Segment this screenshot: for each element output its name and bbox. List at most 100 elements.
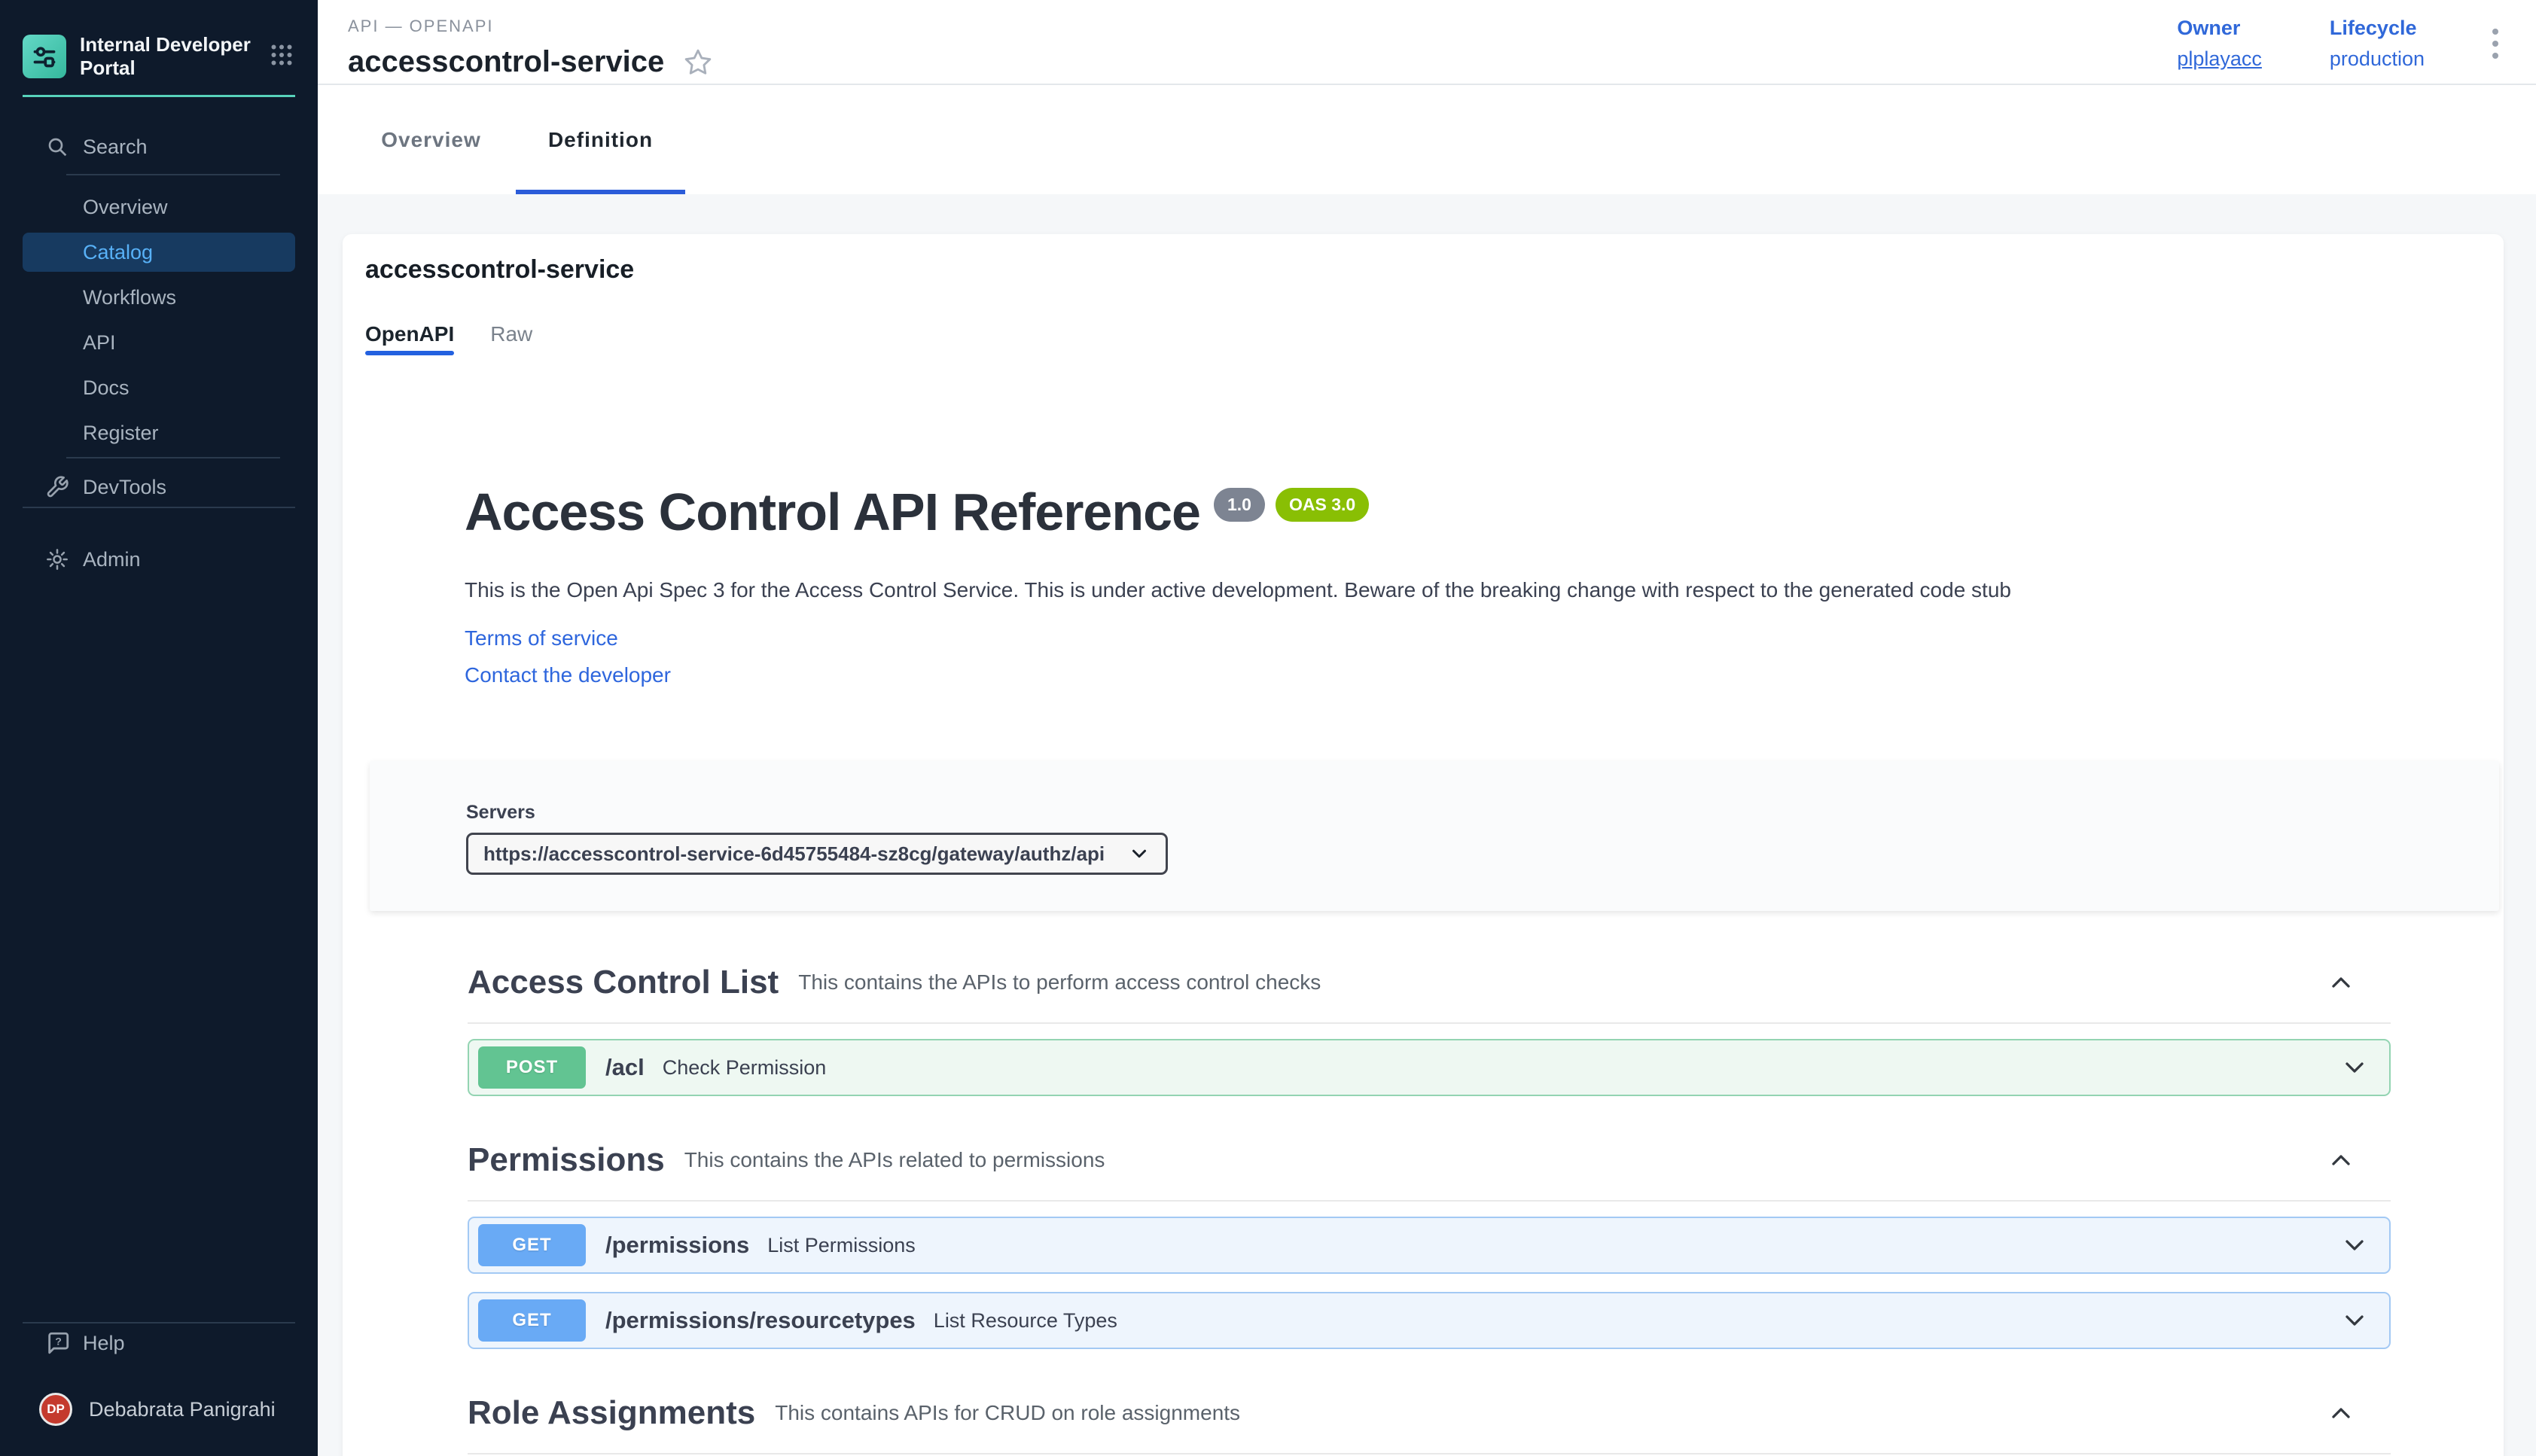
operation-path: /permissions/resourcetypes xyxy=(605,1307,916,1334)
sidebar-item-overview[interactable]: Overview xyxy=(23,187,295,227)
search-icon xyxy=(45,135,71,159)
sidebar-item-label: DevTools xyxy=(83,476,166,499)
contact-developer-link[interactable]: Contact the developer xyxy=(465,663,2504,687)
operation-get-permissions[interactable]: GET /permissions List Permissions xyxy=(468,1217,2391,1274)
sidebar-item-help[interactable]: ? Help xyxy=(23,1323,295,1363)
api-sections: Access Control List This contains the AP… xyxy=(468,964,2391,1456)
lifecycle-value: production xyxy=(2330,47,2425,71)
page-header: API — OPENAPI accesscontrol-service Owne… xyxy=(318,0,2536,85)
owner-label: Owner xyxy=(2177,17,2262,40)
sidebar-item-label: Overview xyxy=(83,196,168,219)
page-title: accesscontrol-service xyxy=(348,45,664,79)
more-options-kebab-icon[interactable] xyxy=(2492,29,2498,59)
api-info: Access Control API Reference 1.0 OAS 3.0… xyxy=(465,482,2504,687)
help-chat-icon: ? xyxy=(45,1330,71,1356)
favorite-star-icon[interactable] xyxy=(684,48,712,77)
section-header[interactable]: Role Assignments This contains APIs for … xyxy=(468,1394,2391,1454)
expand-chevron-down-icon[interactable] xyxy=(2339,1230,2370,1260)
operation-post-acl[interactable]: POST /acl Check Permission xyxy=(468,1039,2391,1096)
sidebar-item-label: Help xyxy=(83,1332,125,1355)
tab-overview[interactable]: Overview xyxy=(346,85,516,194)
collapse-chevron-up-icon[interactable] xyxy=(2326,1398,2356,1428)
sidebar-spacer xyxy=(0,579,318,1322)
gear-icon xyxy=(45,547,71,571)
sidebar-item-api[interactable]: API xyxy=(23,323,295,362)
sidebar-item-register[interactable]: Register xyxy=(23,413,295,452)
section-description: This contains APIs for CRUD on role assi… xyxy=(775,1401,1240,1425)
sidebar-divider xyxy=(23,507,295,508)
breadcrumb: API — OPENAPI xyxy=(348,17,2177,36)
svg-text:?: ? xyxy=(55,1336,62,1348)
owner-meta: Owner plplayacc xyxy=(2177,17,2262,71)
brand: Internal Developer Portal xyxy=(0,0,318,80)
section-header[interactable]: Permissions This contains the APIs relat… xyxy=(468,1141,2391,1202)
server-select[interactable]: https://accesscontrol-service-6d45755484… xyxy=(466,833,1168,875)
api-title: Access Control API Reference xyxy=(465,482,1200,542)
sidebar-item-catalog[interactable]: Catalog xyxy=(23,233,295,272)
expand-chevron-down-icon[interactable] xyxy=(2339,1305,2370,1336)
avatar: DP xyxy=(39,1393,72,1426)
sidebar-item-admin[interactable]: Admin xyxy=(23,540,295,579)
portal-logo-icon xyxy=(23,35,66,78)
operation-get-permissions-resourcetypes[interactable]: GET /permissions/resourcetypes List Reso… xyxy=(468,1292,2391,1349)
tab-definition[interactable]: Definition xyxy=(516,85,685,194)
main-area: API — OPENAPI accesscontrol-service Owne… xyxy=(318,0,2536,1456)
section-title: Access Control List xyxy=(468,964,779,1001)
page-content: accesscontrol-service OpenAPI Raw Access… xyxy=(318,194,2536,1456)
subtab-openapi[interactable]: OpenAPI xyxy=(365,322,454,355)
subtab-raw[interactable]: Raw xyxy=(490,322,532,355)
section-permissions: Permissions This contains the APIs relat… xyxy=(468,1141,2391,1349)
sidebar-item-workflows[interactable]: Workflows xyxy=(23,278,295,317)
portal-title: Internal Developer Portal xyxy=(80,33,264,80)
user-name: Debabrata Panigrahi xyxy=(89,1398,276,1421)
expand-chevron-down-icon[interactable] xyxy=(2339,1052,2370,1083)
sidebar-item-label: API xyxy=(83,331,116,355)
sidebar: Internal Developer Portal Search xyxy=(0,0,318,1456)
wrench-icon xyxy=(45,475,71,499)
section-description: This contains the APIs related to permis… xyxy=(684,1148,1105,1172)
operation-summary: List Permissions xyxy=(767,1234,916,1257)
chevron-down-icon xyxy=(1128,842,1151,865)
section-description: This contains the APIs to perform access… xyxy=(798,970,1321,995)
sidebar-item-label: Admin xyxy=(83,548,141,571)
sidebar-item-docs[interactable]: Docs xyxy=(23,368,295,407)
collapse-chevron-up-icon[interactable] xyxy=(2326,1145,2356,1175)
sidebar-item-label: Docs xyxy=(83,376,130,400)
section-title: Role Assignments xyxy=(468,1394,755,1432)
terms-of-service-link[interactable]: Terms of service xyxy=(465,626,2504,650)
section-header[interactable]: Access Control List This contains the AP… xyxy=(468,964,2391,1024)
collapse-chevron-up-icon[interactable] xyxy=(2326,967,2356,998)
method-badge: POST xyxy=(478,1046,586,1089)
operation-summary: Check Permission xyxy=(663,1056,827,1080)
oas-badge: OAS 3.0 xyxy=(1276,488,1369,522)
sidebar-item-devtools[interactable]: DevTools xyxy=(23,468,295,507)
sidebar-item-label: Workflows xyxy=(83,286,176,309)
owner-link[interactable]: plplayacc xyxy=(2177,47,2262,71)
sidebar-user[interactable]: DP Debabrata Panigrahi xyxy=(23,1393,295,1426)
section-role-assignments: Role Assignments This contains APIs for … xyxy=(468,1394,2391,1456)
section-access-control-list: Access Control List This contains the AP… xyxy=(468,964,2391,1096)
definition-subtabs: OpenAPI Raw xyxy=(365,322,2504,355)
sidebar-item-search[interactable]: Search xyxy=(23,127,295,166)
servers-panel: Servers https://accesscontrol-service-6d… xyxy=(370,761,2499,911)
sidebar-item-label: Register xyxy=(83,422,159,445)
definition-card: accesscontrol-service OpenAPI Raw Access… xyxy=(343,234,2504,1456)
card-title: accesscontrol-service xyxy=(343,234,2504,285)
lifecycle-meta: Lifecycle production xyxy=(2330,17,2425,71)
apps-grid-icon[interactable] xyxy=(268,41,295,72)
section-title: Permissions xyxy=(468,1141,665,1179)
servers-label: Servers xyxy=(466,802,2499,824)
sidebar-divider xyxy=(66,457,280,458)
operation-path: /permissions xyxy=(605,1232,749,1259)
sidebar-nav-list: Overview Catalog Workflows API Docs Regi… xyxy=(0,181,318,452)
sidebar-item-label: Search xyxy=(83,136,148,159)
page-header-right: Owner plplayacc Lifecycle production xyxy=(2177,0,2506,84)
app-root: Internal Developer Portal Search xyxy=(0,0,2536,1456)
entity-tabbar: Overview Definition xyxy=(318,85,2536,194)
operation-path: /acl xyxy=(605,1054,645,1081)
method-badge: GET xyxy=(478,1299,586,1342)
api-description: This is the Open Api Spec 3 for the Acce… xyxy=(465,578,2121,602)
version-badge: 1.0 xyxy=(1214,488,1265,522)
page-header-left: API — OPENAPI accesscontrol-service xyxy=(348,0,2177,84)
operation-summary: List Resource Types xyxy=(934,1309,1117,1333)
